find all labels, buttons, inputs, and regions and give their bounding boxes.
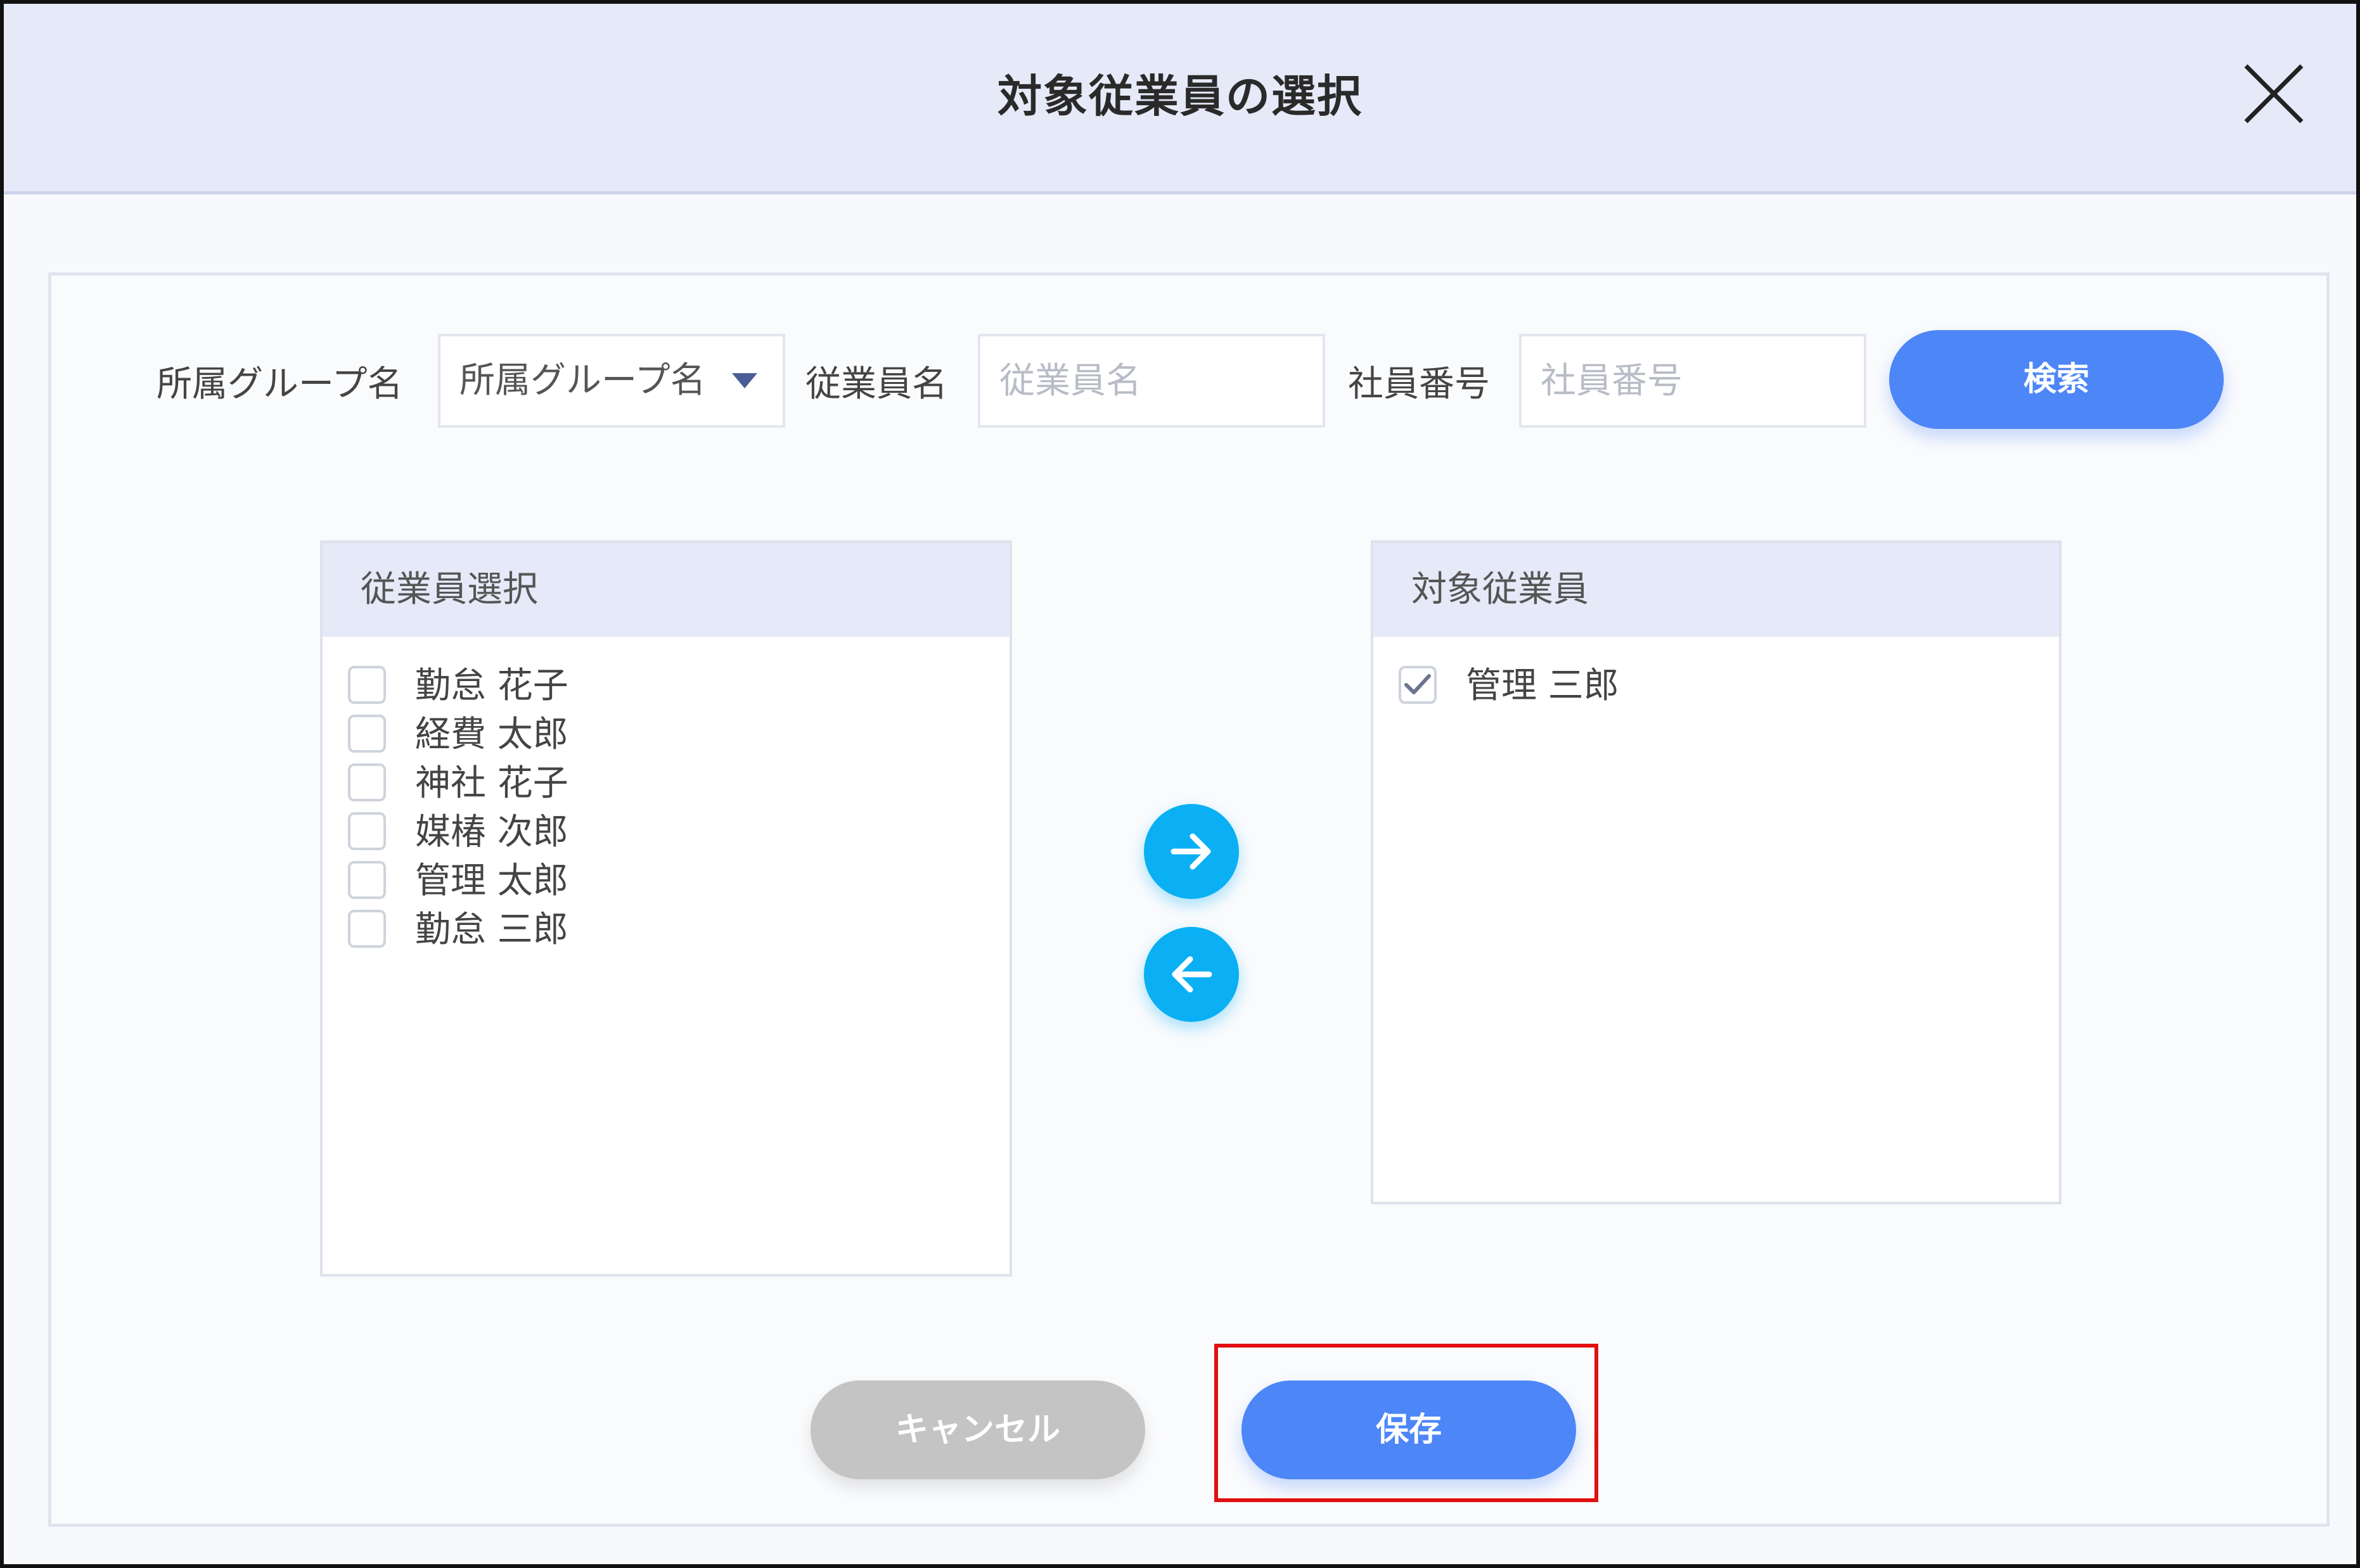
arrow-left-icon — [1172, 956, 1212, 993]
employee-select-dialog: 対象従業員の選択 所属グループ名 所属グループ名 従業員名 社員番号 検索 従業… — [0, 0, 2360, 1568]
arrow-right-icon — [1170, 833, 1211, 870]
group-label: 所属グループ名 — [157, 364, 403, 405]
search-button[interactable]: 検索 — [1889, 330, 2224, 429]
employee-name: 経費 太郎 — [415, 714, 568, 755]
employee-list-header: 従業員選択 — [323, 543, 1010, 637]
target-list-header: 対象従業員 — [1373, 543, 2059, 637]
remove-from-target-button[interactable] — [1144, 927, 1239, 1022]
checkbox-checked[interactable] — [1399, 666, 1437, 704]
checkbox[interactable] — [348, 812, 386, 850]
employee-select-list: 従業員選択 勤怠 花子 経費 太郎 神社 花子 媒椿 次郎 管理 太郎 勤怠 三… — [320, 540, 1012, 1277]
checkbox[interactable] — [348, 910, 386, 948]
save-button-highlight — [1214, 1344, 1598, 1502]
checkbox[interactable] — [348, 715, 386, 753]
dialog-header: 対象従業員の選択 — [4, 4, 2356, 194]
employee-name-input[interactable] — [978, 334, 1325, 428]
checkbox[interactable] — [348, 666, 386, 704]
employee-name: 管理 三郎 — [1466, 665, 1619, 706]
check-icon — [1404, 674, 1431, 694]
checkbox[interactable] — [348, 763, 386, 801]
employee-number-input[interactable] — [1519, 334, 1866, 428]
close-icon[interactable] — [2241, 61, 2307, 127]
employee-name: 媒椿 次郎 — [415, 812, 568, 853]
chevron-down-icon — [732, 373, 757, 388]
employee-name: 神社 花子 — [415, 763, 568, 804]
checkbox[interactable] — [348, 861, 386, 899]
group-select-value: 所属グループ名 — [459, 360, 706, 401]
target-employee-list: 対象従業員 管理 三郎 — [1371, 540, 2062, 1204]
employee-name: 勤怠 花子 — [415, 665, 568, 706]
add-to-target-button[interactable] — [1144, 804, 1239, 899]
selection-panel: 所属グループ名 所属グループ名 従業員名 社員番号 検索 従業員選択 勤怠 花子… — [48, 272, 2330, 1527]
cancel-button[interactable]: キャンセル — [811, 1380, 1145, 1479]
employee-name-label: 従業員名 — [805, 364, 947, 405]
employee-name: 管理 太郎 — [415, 860, 568, 902]
dialog-title: 対象従業員の選択 — [997, 70, 1363, 122]
group-select[interactable]: 所属グループ名 — [438, 334, 785, 428]
employee-number-label: 社員番号 — [1348, 364, 1490, 405]
employee-name: 勤怠 三郎 — [415, 909, 568, 950]
